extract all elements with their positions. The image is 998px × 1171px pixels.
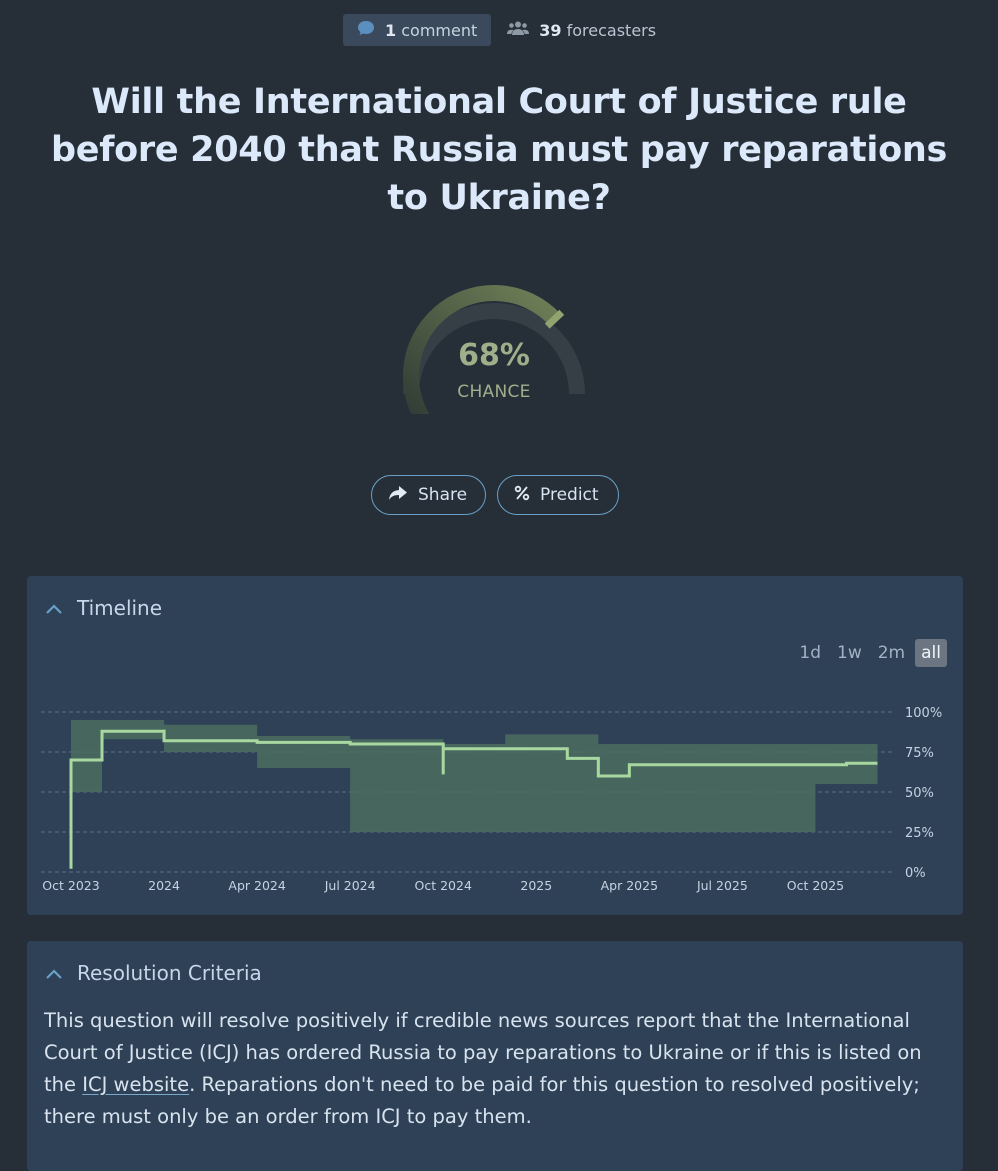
comments-button[interactable]: 1 comment [343,14,492,46]
x-tick-label: 2024 [148,878,180,893]
timeline-heading: Timeline [77,596,163,620]
forecasters-label: forecasters [566,20,657,40]
forecasters-count-display: 39 forecasters [507,20,656,40]
x-tick-label: 2025 [520,878,552,893]
timeline-chart: 100% 75% 50% 25% 0% Oct 2023 2024 Apr 2024 Jul 2… [41,706,942,893]
chat-bubble-icon [357,20,375,40]
question-title: Will the International Court of Justice … [51,82,947,218]
y-tick-label: 50% [905,786,934,801]
x-tick-label: Oct 2025 [787,878,844,893]
icj-website-link[interactable]: ICJ website [82,1073,189,1096]
x-tick-label: Apr 2024 [228,878,285,893]
timeline-toggle[interactable]: Timeline [45,596,162,620]
x-tick-label: Jul 2025 [696,878,748,893]
range-tab-1w[interactable]: 1w [831,639,868,667]
probability-value: 68% [458,338,530,373]
x-tick-label: Oct 2024 [415,878,472,893]
resolution-toggle[interactable]: Resolution Criteria [45,961,262,985]
confidence-band [71,720,878,832]
y-tick-label: 25% [905,826,934,841]
timeline-panel: Timeline 1d 1w 2m all 100% 75% 50% 25% 0% Oct… [27,576,963,915]
predict-button[interactable]: Predict [497,475,619,515]
comments-text: 1 comment [385,21,477,40]
x-tick-label: Apr 2025 [601,878,658,893]
chevron-up-icon [45,596,63,620]
question-meta-bar: 1 comment 39 forecasters [343,14,656,46]
resolution-heading: Resolution Criteria [77,961,262,985]
x-tick-label: Jul 2024 [324,878,376,893]
range-tab-2m[interactable]: 2m [872,639,911,667]
x-tick-label: Oct 2023 [42,878,99,893]
predict-label: Predict [540,485,599,505]
time-range-tabs: 1d 1w 2m all [793,639,947,667]
share-label: Share [418,485,468,505]
comments-count: 1 [385,20,397,40]
probability-label: CHANCE [457,382,531,402]
resolution-criteria-panel: Resolution Criteria This question will r… [27,941,963,1171]
comments-label: comment [401,20,478,40]
percent-icon [514,485,530,506]
chevron-up-icon [45,961,63,985]
y-tick-label: 75% [905,746,934,761]
range-tab-1d[interactable]: 1d [793,639,827,667]
y-tick-label: 100% [905,706,942,721]
y-tick-label: 0% [905,866,926,881]
share-button[interactable]: Share [371,475,486,515]
resolution-text: This question will resolve positively if… [44,1005,944,1133]
range-tab-all[interactable]: all [915,639,947,667]
forecasters-count: 39 [539,20,562,40]
forecasters-text: 39 forecasters [539,21,656,40]
share-arrow-icon [388,485,408,506]
users-icon [507,20,530,40]
